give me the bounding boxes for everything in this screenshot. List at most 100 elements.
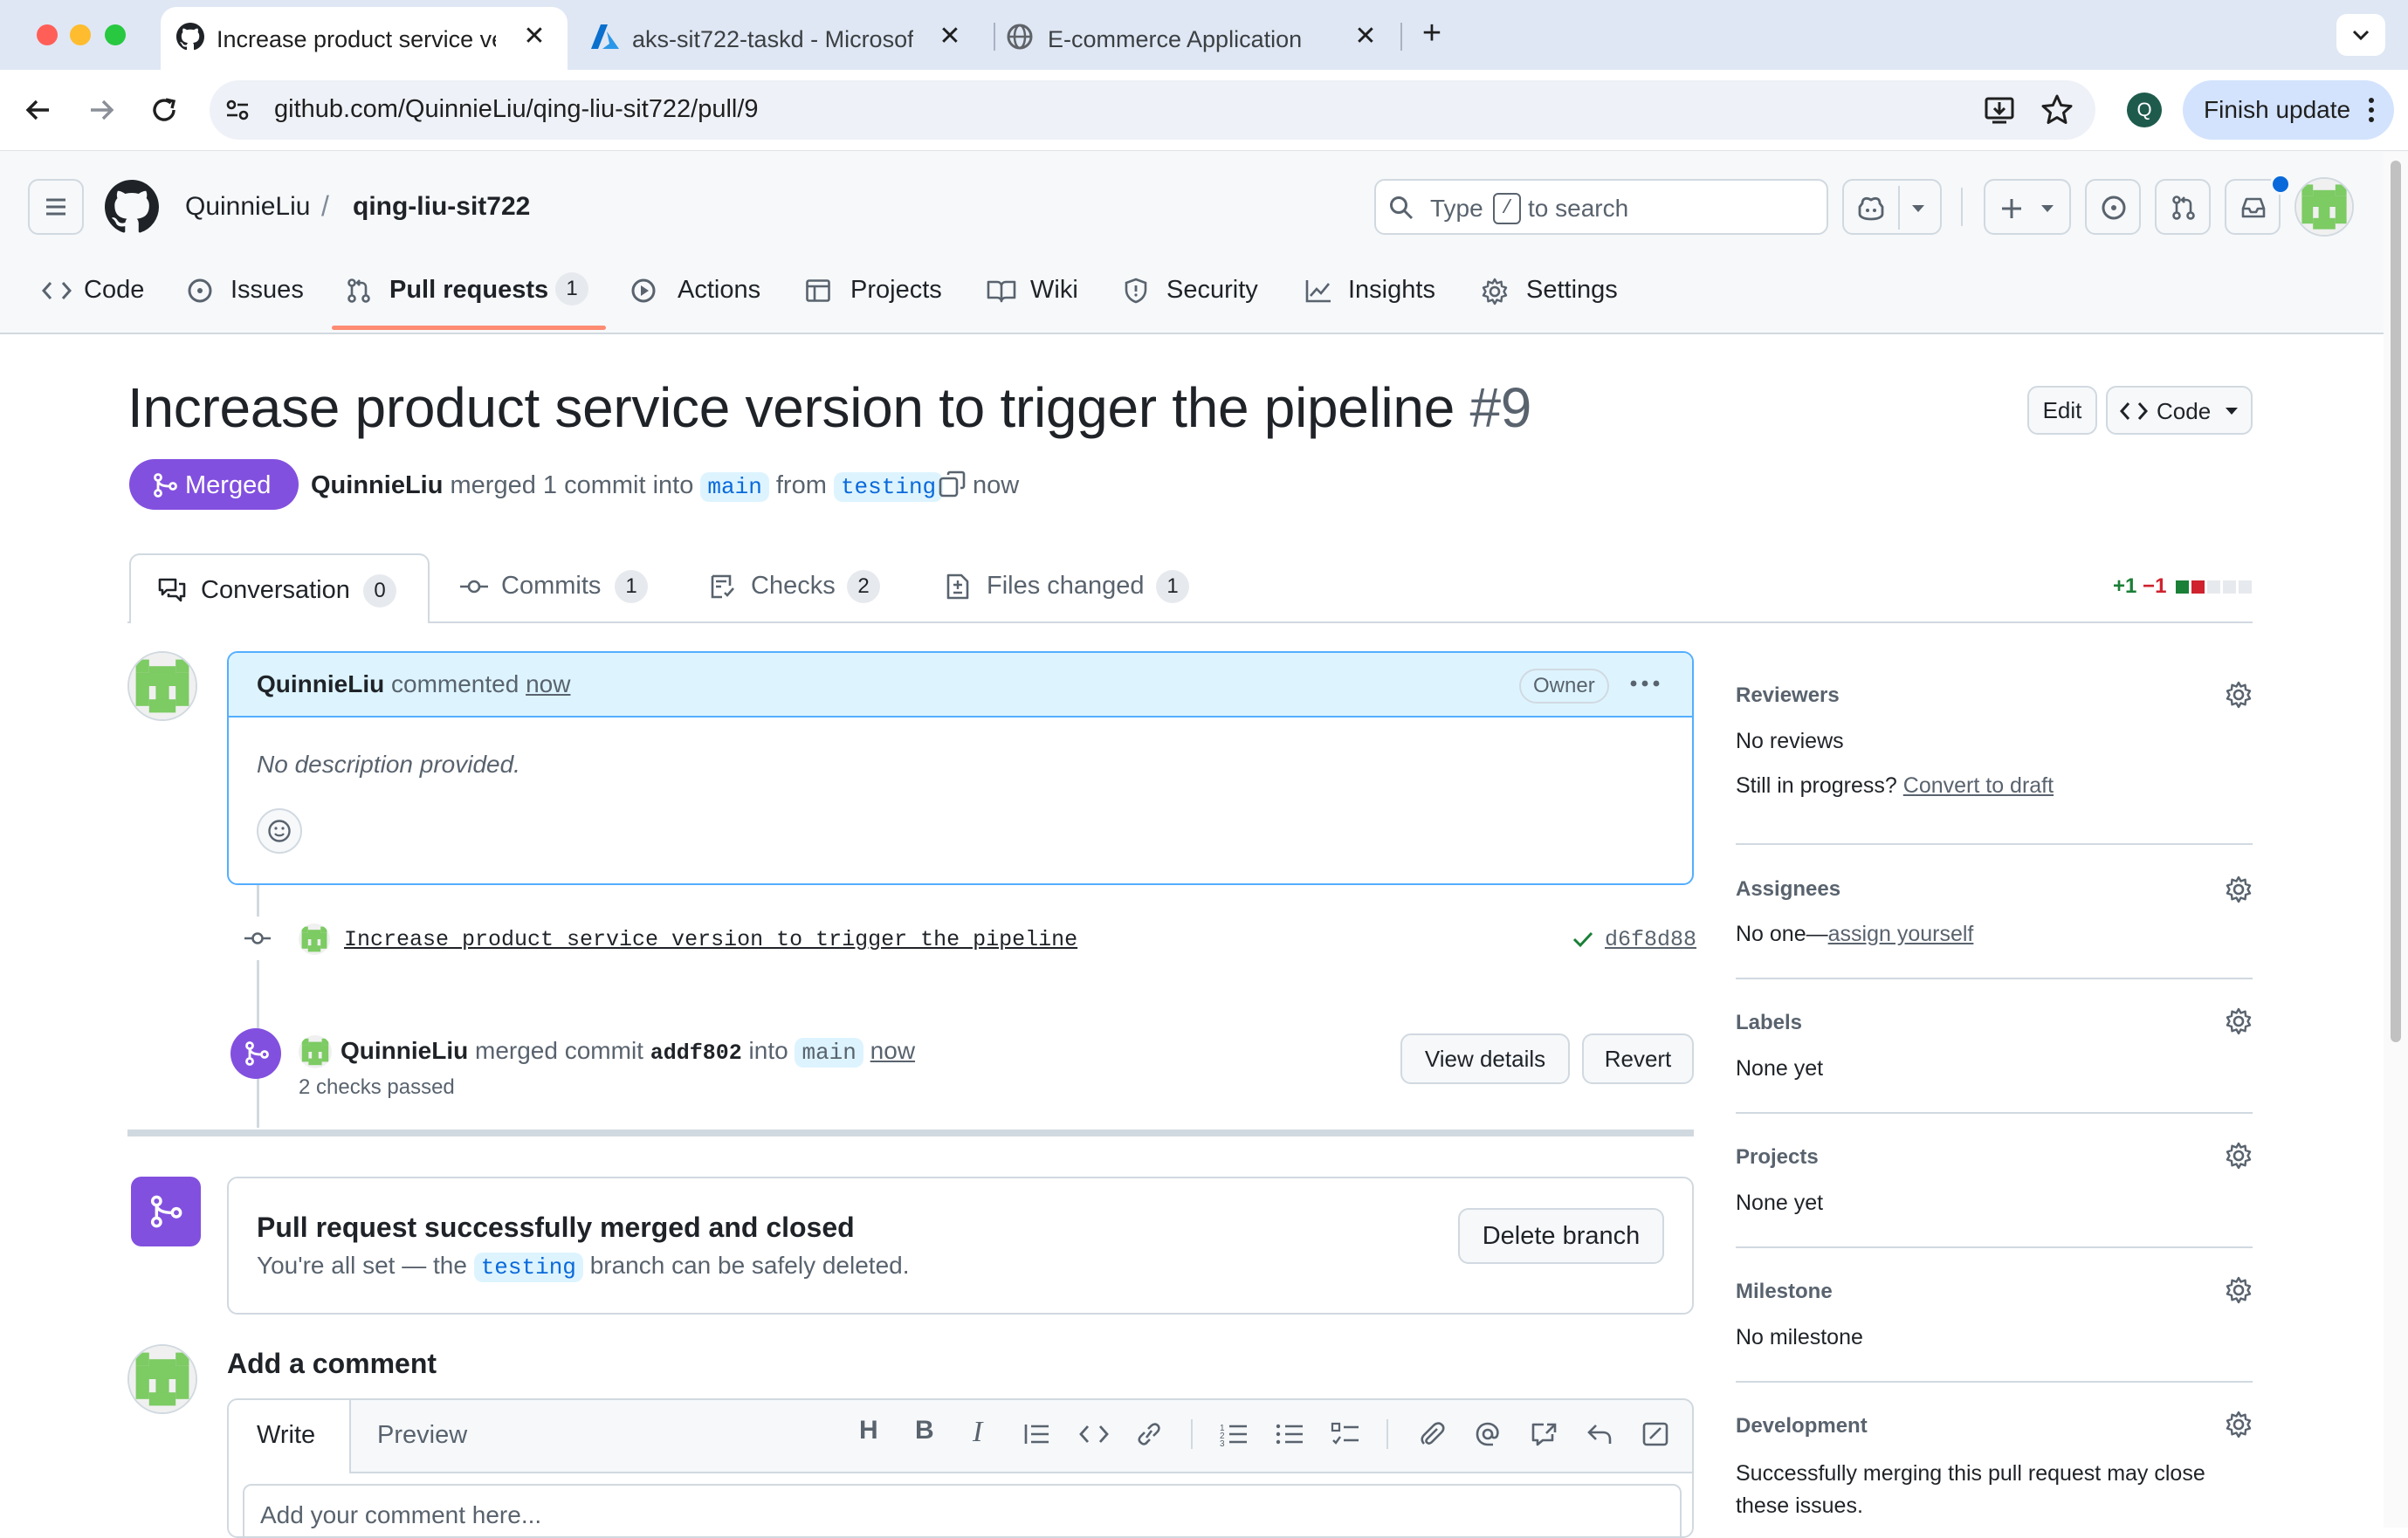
view-details-button[interactable]: View details [1400, 1033, 1570, 1084]
projects-heading[interactable]: Projects [1736, 1145, 1819, 1170]
development-heading[interactable]: Development [1736, 1414, 1868, 1438]
search-input[interactable]: Type / to search [1374, 179, 1828, 235]
preview-tab[interactable]: Preview [377, 1421, 467, 1450]
labels-heading[interactable]: Labels [1736, 1011, 1802, 1035]
write-tab[interactable]: Write [229, 1400, 351, 1473]
revert-button[interactable]: Revert [1582, 1033, 1694, 1084]
commit-sha-link[interactable]: d6f8d88 [1605, 927, 1696, 952]
github-logo-icon[interactable] [105, 180, 159, 234]
profile-avatar[interactable]: Q [2127, 93, 2162, 127]
reload-icon[interactable] [147, 93, 182, 127]
pull-requests-button[interactable] [2155, 179, 2211, 235]
browser-tab-azure[interactable]: aks-sit722-taskd - Microsoft Azure ✕ [576, 7, 983, 70]
merge-target-branch[interactable]: main [795, 1038, 863, 1068]
code-dropdown-button[interactable]: Code [2106, 386, 2253, 435]
unordered-list-icon[interactable] [1275, 1421, 1304, 1447]
code-icon[interactable] [1079, 1421, 1109, 1447]
milestone-heading[interactable]: Milestone [1736, 1280, 1833, 1304]
close-tab-icon[interactable]: ✕ [519, 21, 550, 52]
base-branch[interactable]: main [700, 472, 769, 502]
forward-arrow-icon[interactable] [84, 93, 119, 127]
zoom-window-button[interactable] [105, 24, 126, 45]
merged-box-branch[interactable]: testing [473, 1253, 583, 1282]
caret-down-icon [2041, 205, 2054, 212]
pr-tab-counter: 0 [363, 574, 396, 608]
gear-icon[interactable] [2225, 875, 2253, 903]
commit-author-avatar[interactable] [299, 923, 330, 955]
minimize-window-button[interactable] [70, 24, 91, 45]
assign-yourself-link[interactable]: assign yourself [1828, 922, 1974, 946]
code-icon [42, 282, 72, 299]
convert-to-draft-link[interactable]: Convert to draft [1903, 773, 2054, 798]
close-window-button[interactable] [37, 24, 58, 45]
finish-update-button[interactable]: Finish update [2183, 80, 2394, 140]
paperclip-icon[interactable] [1418, 1421, 1446, 1447]
reviewers-heading[interactable]: Reviewers [1736, 683, 1840, 708]
bookmark-star-icon[interactable] [2040, 93, 2074, 127]
cross-reference-icon[interactable] [1530, 1421, 1558, 1447]
quote-icon[interactable] [1023, 1421, 1051, 1447]
page-title: Increase product service version to trig… [127, 375, 1531, 440]
back-arrow-icon[interactable] [21, 93, 56, 127]
assignees-heading[interactable]: Assignees [1736, 877, 1840, 902]
install-app-icon[interactable] [1982, 93, 2017, 127]
comment-textarea[interactable]: Add your comment here... [243, 1484, 1682, 1536]
search-shortcut-key: / [1493, 193, 1521, 224]
pr-author[interactable]: QuinnieLiu [311, 471, 443, 499]
inbox-button[interactable] [2225, 174, 2291, 235]
pr-number: #9 [1469, 376, 1532, 439]
globe-icon [1006, 23, 1034, 51]
new-tab-icon[interactable]: + [1414, 16, 1449, 51]
pr-tab-counter: 1 [1156, 570, 1189, 603]
mention-icon[interactable] [1474, 1421, 1502, 1447]
fullscreen-icon[interactable] [1641, 1421, 1669, 1447]
merge-commit-sha[interactable]: addf802 [650, 1040, 742, 1066]
breadcrumb-owner[interactable]: QuinnieLiu [185, 192, 310, 222]
scrollbar-thumb[interactable] [2391, 161, 2401, 1042]
issues-button[interactable] [2085, 179, 2141, 235]
bold-icon[interactable]: B [915, 1416, 934, 1445]
user-avatar[interactable] [2294, 177, 2354, 237]
comment-author[interactable]: QuinnieLiu [257, 670, 384, 697]
comment-editor: Write Preview Add your comment here... [227, 1398, 1694, 1538]
gear-icon[interactable] [2225, 1411, 2253, 1438]
code-icon [2120, 402, 2148, 420]
add-reaction-button[interactable] [257, 808, 302, 854]
menu-button[interactable] [28, 179, 84, 235]
check-icon[interactable] [1572, 929, 1594, 950]
gear-icon[interactable] [2225, 1276, 2253, 1304]
commit-message-link[interactable]: Increase product service version to trig… [344, 927, 1077, 952]
comment-author-avatar[interactable] [127, 651, 197, 721]
pr-tab-conversation[interactable]: Conversation 0 [129, 553, 430, 623]
browser-tab-active[interactable]: Increase product service version to trig… [161, 7, 568, 70]
comment-time-link[interactable]: now [526, 670, 570, 697]
close-tab-icon[interactable]: ✕ [934, 21, 966, 52]
merge-author-avatar[interactable] [299, 1035, 332, 1068]
head-branch[interactable]: testing [833, 472, 944, 502]
ordered-list-icon[interactable]: 123 [1219, 1421, 1249, 1447]
copy-icon[interactable] [938, 470, 967, 499]
close-tab-icon[interactable]: ✕ [1350, 21, 1381, 52]
gear-icon[interactable] [2225, 1007, 2253, 1035]
link-icon[interactable] [1135, 1421, 1163, 1447]
gear-icon[interactable] [2225, 681, 2253, 709]
heading-icon[interactable]: H [859, 1416, 878, 1445]
gear-icon[interactable] [2225, 1142, 2253, 1170]
diffstat[interactable]: +1 −1 [2113, 574, 2166, 599]
merge-time-link[interactable]: now [870, 1037, 915, 1064]
create-new-button[interactable] [1984, 179, 2071, 235]
merge-author[interactable]: QuinnieLiu [341, 1037, 468, 1064]
edit-button[interactable]: Edit [2027, 386, 2097, 435]
italic-icon[interactable]: I [973, 1416, 982, 1449]
breadcrumb-repo[interactable]: qing-liu-sit722 [353, 192, 530, 222]
reply-icon[interactable] [1586, 1421, 1613, 1447]
tab-search-button[interactable] [2336, 14, 2385, 56]
page-scrollbar[interactable] [2384, 152, 2408, 1528]
task-list-icon[interactable] [1331, 1421, 1360, 1447]
site-settings-icon[interactable] [224, 96, 251, 124]
browser-tab-ecommerce[interactable]: E-commerce Application ✕ [992, 7, 1399, 70]
kebab-horizontal-icon[interactable] [1629, 679, 1661, 688]
copilot-button[interactable] [1842, 179, 1942, 235]
issue-opened-icon [188, 278, 212, 303]
delete-branch-button[interactable]: Delete branch [1458, 1208, 1664, 1264]
